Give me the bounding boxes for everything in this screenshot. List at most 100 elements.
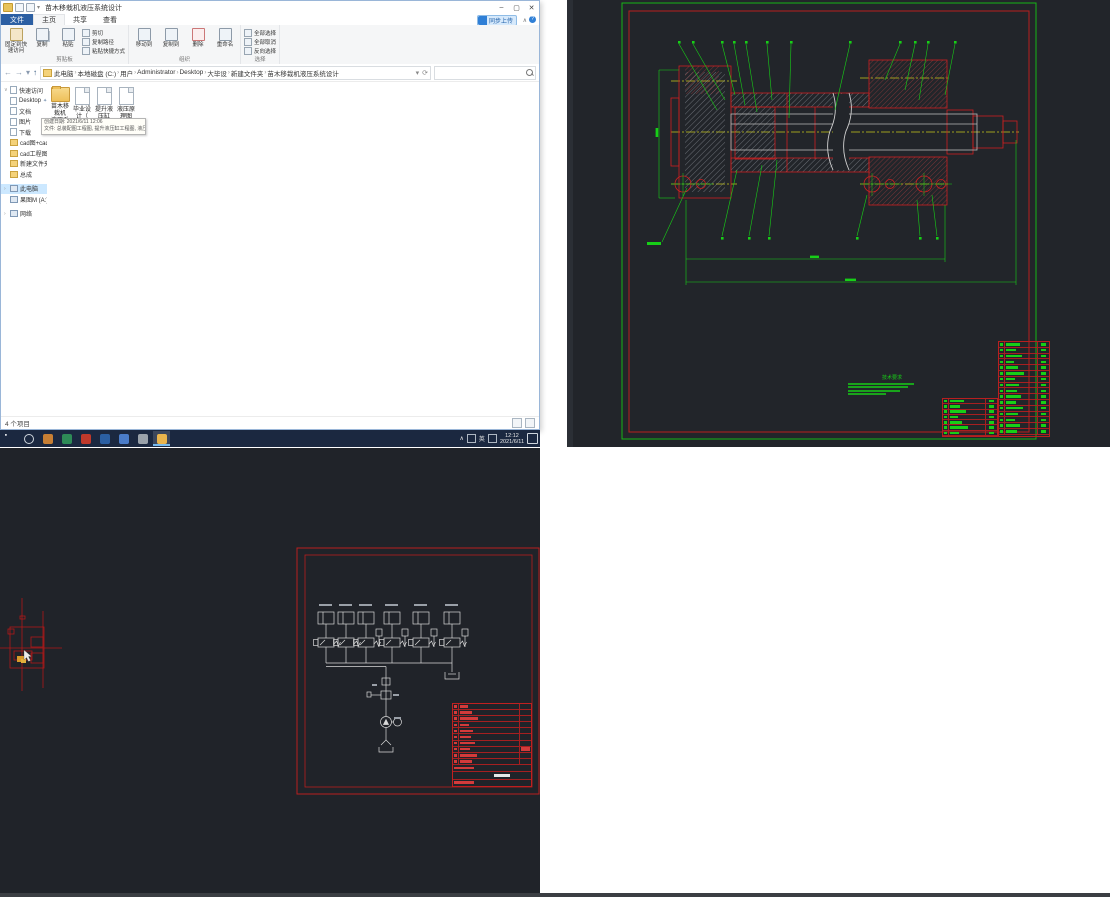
back-icon[interactable]: ← bbox=[4, 68, 12, 77]
cylinder-symbol bbox=[384, 612, 400, 624]
file-explorer-button[interactable] bbox=[153, 431, 170, 446]
cad-schematic-canvas[interactable] bbox=[0, 448, 540, 893]
quick-access-toolbar-icon[interactable] bbox=[15, 3, 24, 12]
tray-chevron-icon[interactable]: ∧ bbox=[460, 435, 464, 442]
app-red[interactable] bbox=[77, 431, 94, 446]
button-label: 移动到 bbox=[136, 42, 153, 48]
help-icon[interactable]: ? bbox=[529, 16, 536, 23]
address-dropdown-icon[interactable]: ▾ bbox=[416, 69, 420, 77]
minimize-button[interactable]: – bbox=[494, 1, 509, 14]
breadcrumb-item[interactable]: 用户 bbox=[120, 68, 133, 78]
cell-text bbox=[1041, 424, 1046, 427]
history-chevron-icon[interactable]: ▾ bbox=[26, 68, 30, 77]
breadcrumb-item[interactable]: 大毕设 bbox=[207, 68, 227, 78]
breadcrumb-item[interactable]: 苗木移栽机液压系统设计 bbox=[267, 68, 339, 78]
tab-3[interactable]: 查看 bbox=[95, 14, 125, 25]
table-cell-qty bbox=[519, 753, 531, 758]
breadcrumb-item[interactable]: Administrator bbox=[137, 69, 175, 76]
search-button[interactable] bbox=[20, 431, 37, 446]
cell-text bbox=[950, 421, 962, 424]
paste-shortcut-button[interactable]: 粘贴快捷方式 bbox=[82, 47, 125, 55]
sidebar-item-7[interactable]: 新建文件夹 bbox=[1, 159, 47, 170]
table-cell-name bbox=[459, 710, 519, 715]
address-bar[interactable]: 此电脑›本地磁盘 (C:)›用户›Administrator›Desktop›大… bbox=[40, 66, 431, 80]
sidebar-item-this-pc[interactable]: ›此电脑 bbox=[1, 184, 47, 195]
app-tiles-blue[interactable] bbox=[115, 431, 132, 446]
breadcrumb-item[interactable]: Desktop bbox=[179, 69, 203, 76]
app-gray[interactable] bbox=[134, 431, 151, 446]
small-button-label: 反向选择 bbox=[254, 47, 276, 55]
sidebar-item-8[interactable]: 总成 bbox=[1, 169, 47, 180]
valve-symbol bbox=[384, 638, 400, 647]
select-all-button[interactable]: 全部选择 bbox=[244, 29, 276, 37]
selected-fragment[interactable] bbox=[0, 598, 62, 691]
table-cell-qty bbox=[1037, 417, 1049, 422]
app-blue[interactable] bbox=[96, 431, 113, 446]
branch-label bbox=[445, 604, 458, 606]
cell-text bbox=[989, 432, 994, 435]
cell-text bbox=[1000, 372, 1003, 375]
sidebar-item-drive[interactable]: 果图M (A:) bbox=[1, 194, 47, 205]
invert-selection-button[interactable]: 反向选择 bbox=[244, 47, 276, 55]
table-cell-qty bbox=[519, 759, 531, 764]
table-footer-row bbox=[453, 772, 531, 779]
sidebar-item-5[interactable]: cad图+cad图 bbox=[1, 138, 47, 149]
quick-access-toolbar-chevron-icon[interactable]: ▾ bbox=[37, 4, 40, 11]
title-bar[interactable]: ▾ 苗木移栽机液压系统设计 – ▢ ✕ bbox=[1, 1, 539, 14]
refresh-icon[interactable]: ⟳ bbox=[422, 69, 428, 77]
cut-button[interactable]: 剪切 bbox=[82, 29, 125, 37]
cell-text bbox=[454, 760, 457, 763]
tab-file[interactable]: 文件 bbox=[1, 14, 33, 25]
input-language-indicator[interactable]: 英 bbox=[479, 434, 485, 443]
thumbnail-view-icon[interactable] bbox=[525, 418, 535, 428]
button-label: 重命名 bbox=[217, 42, 234, 48]
cell-text bbox=[1006, 401, 1016, 404]
table-row bbox=[943, 431, 997, 436]
list-view-icon[interactable] bbox=[512, 418, 522, 428]
quick-access-toolbar-icon-2[interactable] bbox=[26, 3, 35, 12]
maximize-button[interactable]: ▢ bbox=[509, 1, 524, 14]
library-icon bbox=[10, 118, 17, 126]
sidebar-quick-access[interactable]: ∨快速访问 bbox=[1, 85, 47, 96]
cell-text bbox=[950, 405, 960, 408]
sidebar-label: 新建文件夹 bbox=[20, 159, 47, 168]
sidebar-item-2[interactable]: 文档 bbox=[1, 106, 47, 117]
folder-icon bbox=[51, 87, 70, 102]
cell-text bbox=[1006, 384, 1019, 387]
select-none-button[interactable]: 全部取消 bbox=[244, 38, 276, 46]
valve-symbol bbox=[444, 638, 460, 647]
breadcrumb-item[interactable]: 此电脑 bbox=[54, 68, 74, 78]
ribbon-collapse-icon[interactable]: ∧ bbox=[523, 17, 527, 24]
sidebar-item-6[interactable]: cad工程图 bbox=[1, 148, 47, 159]
table-cell-name bbox=[1005, 354, 1037, 359]
up-icon[interactable]: ↑ bbox=[33, 68, 37, 77]
ime-icon[interactable] bbox=[488, 434, 497, 443]
sidebar-label: Desktop bbox=[19, 98, 41, 104]
app-green[interactable] bbox=[58, 431, 75, 446]
cell-text bbox=[1041, 372, 1046, 375]
taskbar-clock[interactable]: 12:12 2021/6/11 bbox=[500, 433, 524, 445]
status-bar: 4 个项目 bbox=[1, 416, 539, 429]
search-input[interactable] bbox=[434, 66, 536, 80]
table-cell-qty bbox=[1037, 423, 1049, 428]
cell-text bbox=[1006, 395, 1021, 398]
branch-label bbox=[359, 604, 372, 606]
copy-path-button[interactable]: 复制路径 bbox=[82, 38, 125, 46]
sidebar-item-1[interactable]: Desktop✦ bbox=[1, 96, 47, 107]
start-button[interactable] bbox=[1, 431, 18, 446]
tab-1[interactable]: 主页 bbox=[33, 14, 65, 25]
app-doc-orange-icon bbox=[43, 434, 53, 444]
app-doc-orange[interactable] bbox=[39, 431, 56, 446]
notification-center-icon[interactable] bbox=[527, 433, 538, 444]
cad-assembly-canvas[interactable]: 技术要求 bbox=[567, 0, 1110, 447]
cell-text bbox=[454, 724, 457, 727]
breadcrumb-item[interactable]: 本地磁盘 (C:) bbox=[78, 68, 117, 78]
app-green-icon bbox=[62, 434, 72, 444]
close-button[interactable]: ✕ bbox=[524, 1, 539, 14]
tab-2[interactable]: 共享 bbox=[65, 14, 95, 25]
table-cell-qty bbox=[519, 734, 531, 739]
breadcrumb-item[interactable]: 新建文件夹 bbox=[231, 68, 264, 78]
volume-icon[interactable] bbox=[467, 434, 476, 443]
sidebar-item-network[interactable]: ›网络 bbox=[1, 209, 47, 220]
forward-icon[interactable]: → bbox=[15, 68, 23, 77]
